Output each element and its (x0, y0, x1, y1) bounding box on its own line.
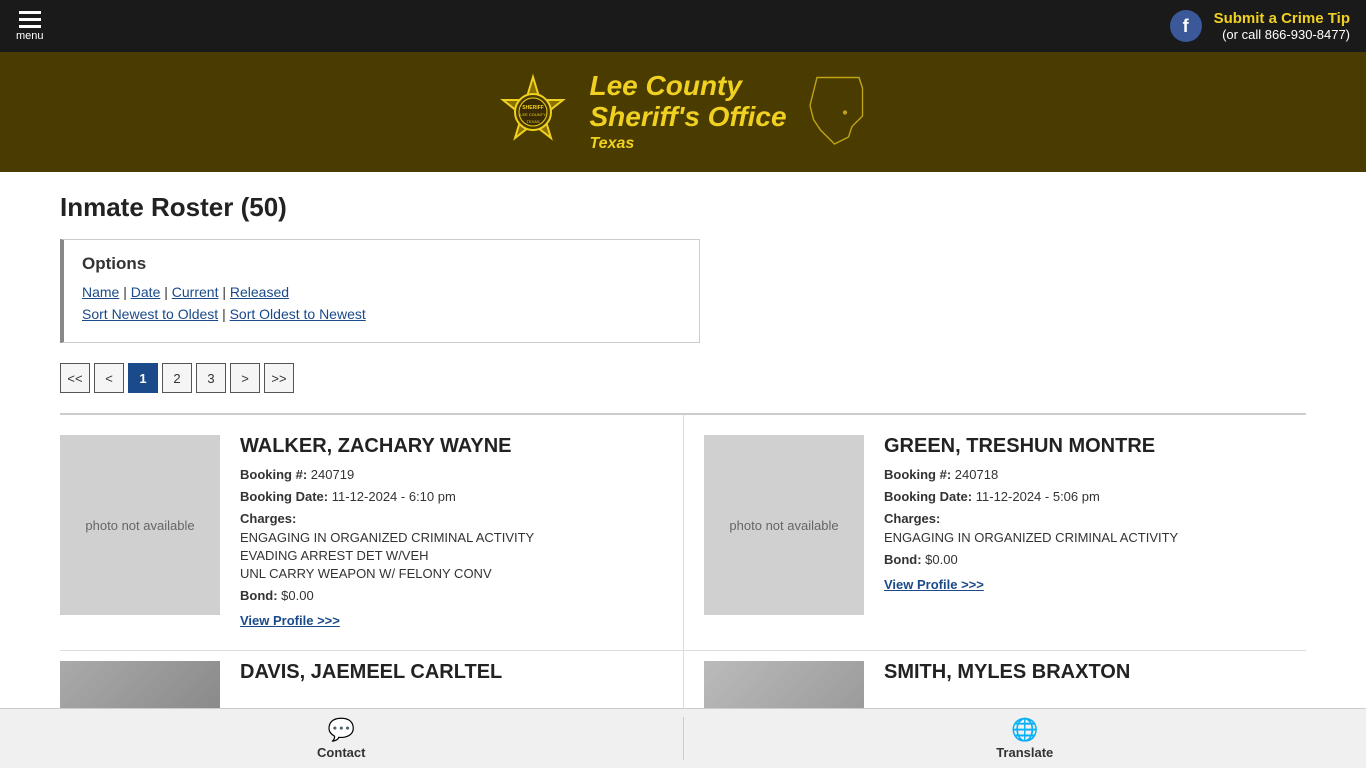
inmate-bond: Bond: $0.00 (884, 551, 1296, 569)
view-profile-link[interactable]: View Profile >>> (240, 613, 340, 628)
translate-icon: 🌐 (1011, 717, 1038, 743)
contact-label: Contact (317, 745, 365, 760)
inmate-entry: photo not available GREEN, TRESHUN MONTR… (683, 415, 1306, 651)
header-banner: SHERIFF LEE COUNTY TEXAS Lee County Sher… (0, 52, 1366, 172)
menu-group[interactable]: menu (16, 11, 44, 42)
inmate-booking-date: Booking Date: 11-12-2024 - 6:10 pm (240, 488, 673, 506)
texas-map-icon (803, 74, 873, 151)
inmate-booking-num: Booking #: 240719 (240, 466, 673, 484)
office-title-line3: Texas (589, 135, 634, 153)
submit-crime-tip-link[interactable]: Submit a Crime Tip (1214, 10, 1350, 27)
office-title-line1: Lee County (589, 71, 741, 102)
page-title: Inmate Roster (50) (60, 192, 1306, 223)
inmate-info: WALKER, ZACHARY WAYNE Booking #: 240719 … (240, 435, 673, 630)
top-bar: menu f Submit a Crime Tip (or call 866-9… (0, 0, 1366, 52)
inmate-charges: Charges: ENGAGING IN ORGANIZED CRIMINAL … (240, 510, 673, 583)
filter-released[interactable]: Released (230, 284, 289, 300)
inmate-info: GREEN, TRESHUN MONTRE Booking #: 240718 … (884, 435, 1296, 630)
main-content: Inmate Roster (50) Options Name | Date |… (0, 172, 1366, 751)
sort-row: Sort Newest to Oldest | Sort Oldest to N… (82, 306, 681, 322)
filter-date[interactable]: Date (131, 284, 161, 300)
inmate-photo: photo not available (704, 435, 864, 615)
sort-newest-to-oldest[interactable]: Sort Newest to Oldest (82, 306, 218, 322)
crime-tip-section: Submit a Crime Tip (or call 866-930-8477… (1214, 10, 1350, 42)
contact-icon: 💬 (328, 717, 355, 743)
sort-oldest-to-newest[interactable]: Sort Oldest to Newest (230, 306, 366, 322)
page-2-button[interactable]: 2 (162, 363, 192, 393)
svg-text:TEXAS: TEXAS (527, 119, 540, 124)
facebook-icon[interactable]: f (1170, 10, 1202, 42)
inmate-charges: Charges: ENGAGING IN ORGANIZED CRIMINAL … (884, 510, 1296, 546)
options-box: Options Name | Date | Current | Released… (60, 239, 700, 343)
contact-button[interactable]: 💬 Contact (0, 709, 683, 768)
filter-row: Name | Date | Current | Released (82, 284, 681, 300)
crime-tip-phone: (or call 866-930-8477) (1214, 27, 1350, 42)
page-3-button[interactable]: 3 (196, 363, 226, 393)
inmate-bond: Bond: $0.00 (240, 587, 673, 605)
inmate-booking-num: Booking #: 240718 (884, 466, 1296, 484)
svg-text:SHERIFF: SHERIFF (523, 105, 544, 111)
top-right-actions: f Submit a Crime Tip (or call 866-930-84… (1170, 10, 1350, 42)
page-last-button[interactable]: >> (264, 363, 294, 393)
page-first-button[interactable]: << (60, 363, 90, 393)
inmate-booking-date: Booking Date: 11-12-2024 - 5:06 pm (884, 488, 1296, 506)
header-content: SHERIFF LEE COUNTY TEXAS Lee County Sher… (493, 71, 872, 153)
inmates-grid: photo not available WALKER, ZACHARY WAYN… (60, 415, 1306, 731)
page-next-button[interactable]: > (230, 363, 260, 393)
pagination: << < 1 2 3 > >> (60, 363, 1306, 393)
options-label: Options (82, 254, 681, 274)
filter-current[interactable]: Current (172, 284, 219, 300)
inmate-name: SMITH, MYLES BRAXTON (884, 661, 1130, 684)
page-1-button[interactable]: 1 (128, 363, 158, 393)
inmate-name: WALKER, ZACHARY WAYNE (240, 435, 673, 458)
page-prev-button[interactable]: < (94, 363, 124, 393)
translate-label: Translate (996, 745, 1053, 760)
translate-button[interactable]: 🌐 Translate (684, 709, 1366, 768)
inmate-name: DAVIS, JAEMEEL CARLTEL (240, 661, 502, 684)
filter-name[interactable]: Name (82, 284, 119, 300)
view-profile-link[interactable]: View Profile >>> (884, 577, 984, 592)
office-title: Lee County Sheriff's Office Texas (589, 71, 786, 153)
menu-button[interactable] (19, 11, 41, 28)
inmate-name: GREEN, TRESHUN MONTRE (884, 435, 1296, 458)
inmate-entry: photo not available WALKER, ZACHARY WAYN… (60, 415, 683, 651)
sheriff-badge-icon: SHERIFF LEE COUNTY TEXAS (493, 72, 573, 152)
inmate-photo: photo not available (60, 435, 220, 615)
bottom-bar: 💬 Contact 🌐 Translate (0, 708, 1366, 768)
menu-label: menu (16, 30, 44, 42)
office-title-line2: Sheriff's Office (589, 102, 786, 133)
svg-text:LEE COUNTY: LEE COUNTY (521, 112, 547, 117)
